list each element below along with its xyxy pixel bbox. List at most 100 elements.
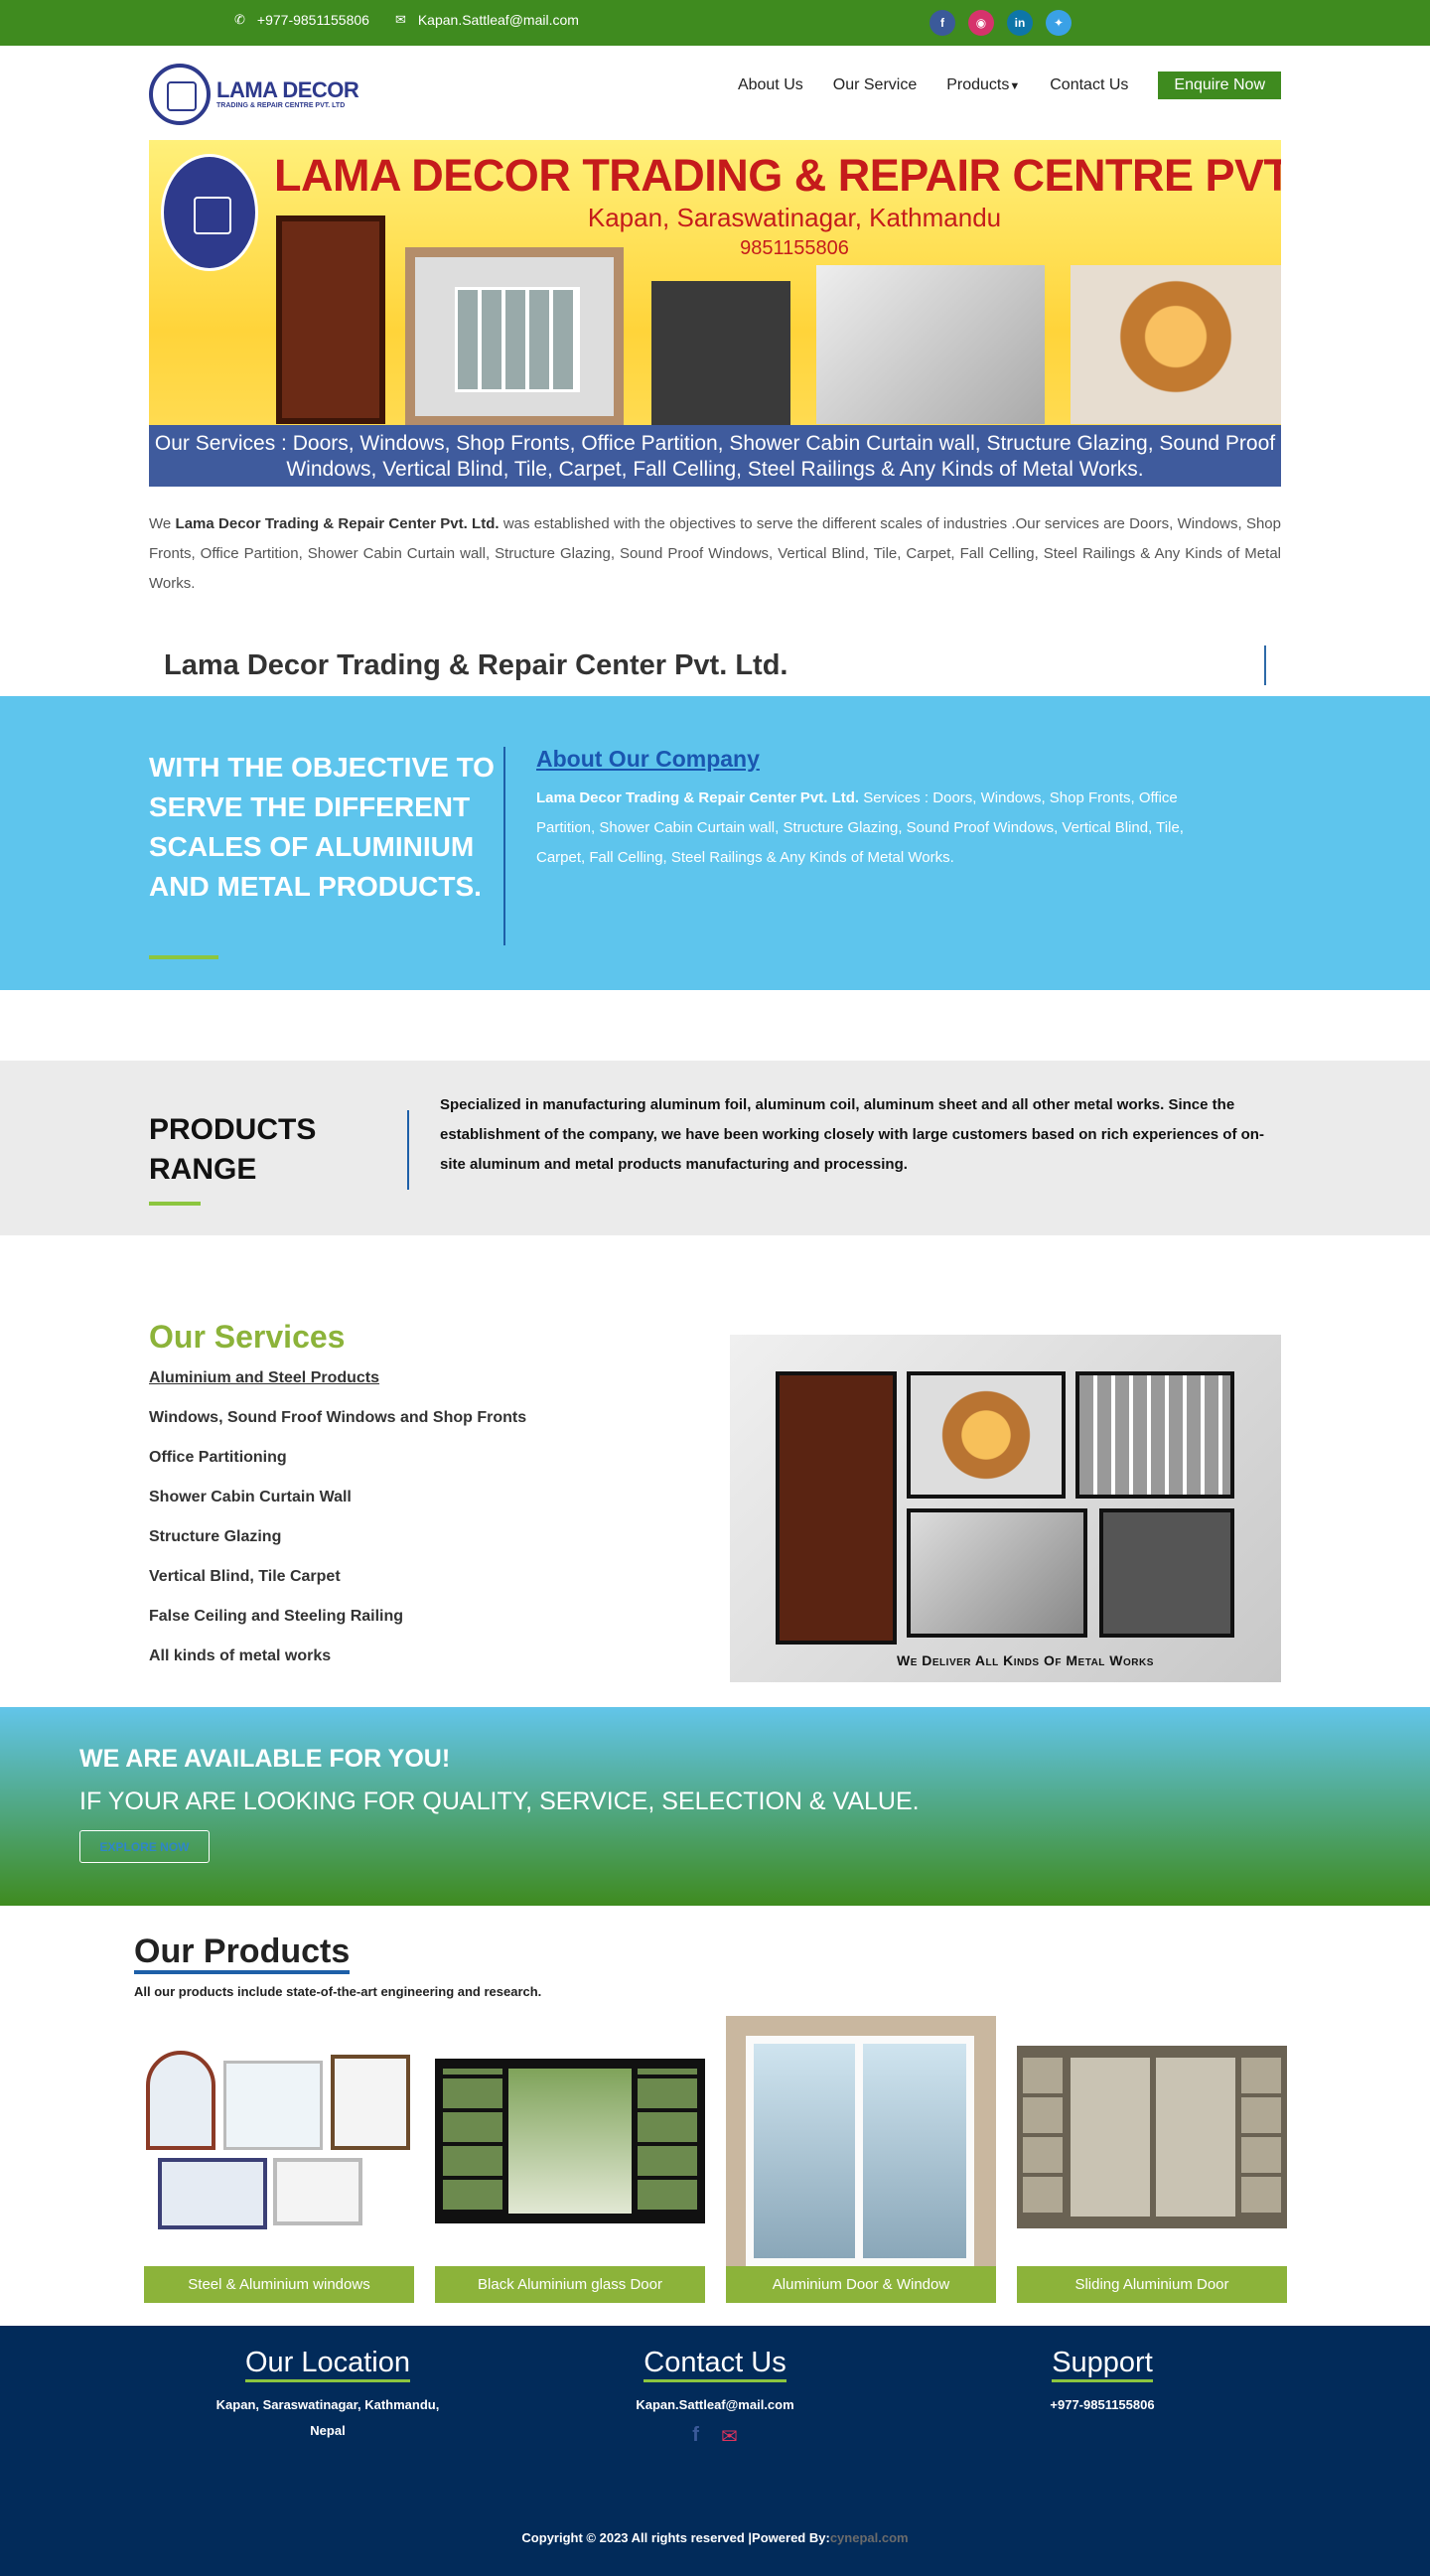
logo-seal-icon [149, 64, 211, 125]
footer-contact-title: Contact Us [644, 2346, 786, 2382]
top-phone-text: +977-9851155806 [256, 12, 369, 28]
services-section: Our Services Aluminium and Steel Product… [149, 1319, 526, 1687]
service-item: Shower Cabin Curtain Wall [149, 1489, 352, 1505]
products-range-title: PRODUCTS RANGE [149, 1113, 317, 1186]
banner-services-band: Our Services : Doors, Windows, Shop Fron… [149, 425, 1281, 487]
main-nav: About Us Our Service Products▼ Contact U… [738, 72, 1281, 99]
footer-contact: Contact Us Kapan.Sattleaf@mail.com f ✉ [566, 2346, 864, 2449]
products-header: Our Products All our products include st… [134, 1932, 541, 1999]
facebook-icon[interactable]: f [692, 2424, 699, 2449]
banner-glass-partition-image [651, 281, 790, 425]
nav-about-us[interactable]: About Us [738, 76, 803, 94]
banner-door-image [276, 215, 385, 424]
cta-subheading: IF YOUR ARE LOOKING FOR QUALITY, SERVICE… [79, 1788, 920, 1815]
service-item: Structure Glazing [149, 1528, 282, 1545]
explore-now-button[interactable]: EXPLORE NOW [79, 1830, 210, 1863]
service-item: Windows, Sound Froof Windows and Shop Fr… [149, 1409, 527, 1426]
products-range-section: PRODUCTS RANGE Specialized in manufactur… [0, 1061, 1430, 1235]
about-text: Lama Decor Trading & Repair Center Pvt. … [536, 784, 1231, 873]
service-item: Vertical Blind, Tile Carpet [149, 1568, 341, 1585]
banner-ceiling-image [1071, 265, 1281, 424]
collage-door-image [776, 1371, 897, 1645]
hero-banner: LAMA DECOR TRADING & REPAIR CENTRE PVT. … [149, 140, 1281, 487]
instagram-icon[interactable]: ◉ [968, 10, 994, 36]
objective-underline [149, 955, 218, 959]
top-phone[interactable]: ✆ +977-9851155806 [234, 12, 369, 28]
powered-by-link[interactable]: cynepal.com [830, 2530, 909, 2545]
collage-stair-image [907, 1508, 1087, 1638]
nav-products[interactable]: Products▼ [946, 76, 1020, 94]
products-subtitle: All our products include state-of-the-ar… [134, 1984, 542, 1999]
top-email[interactable]: ✉ Kapan.Sattleaf@mail.com [395, 12, 579, 28]
nav-contact-us[interactable]: Contact Us [1050, 76, 1128, 94]
intro-paragraph: We Lama Decor Trading & Repair Center Pv… [149, 509, 1281, 599]
envelope-icon[interactable]: ✉ [721, 2424, 738, 2449]
site-footer: Our Location Kapan, Saraswatinagar, Kath… [0, 2326, 1430, 2576]
product-label: Black Aluminium glass Door [435, 2266, 705, 2303]
footer-support-title: Support [1052, 2346, 1153, 2382]
collage-ceiling-image [907, 1371, 1066, 1499]
product-label: Aluminium Door & Window [726, 2266, 996, 2303]
about-company-link[interactable]: About Our Company [536, 746, 760, 773]
product-image [435, 2059, 705, 2223]
linkedin-icon[interactable]: in [1007, 10, 1033, 36]
title-divider [1264, 645, 1266, 685]
facebook-icon[interactable]: f [930, 10, 955, 36]
logo-title: LAMA DECOR [216, 76, 359, 102]
footer-location-line2: Nepal [310, 2423, 346, 2438]
objective-heading: WITH THE OBJECTIVE TO SERVE THE DIFFEREN… [149, 752, 495, 902]
service-item[interactable]: Aluminium and Steel Products [149, 1369, 526, 1409]
banner-window-image [405, 247, 624, 426]
products-range-text: Specialized in manufacturing aluminum fo… [440, 1096, 1264, 1173]
products-range-underline [149, 1202, 201, 1206]
logo-subtitle: TRADING & REPAIR CENTRE PVT. LTD [216, 101, 346, 109]
social-links: f ◉ in ✦ [930, 10, 1072, 36]
about-divider [503, 747, 505, 945]
footer-support: Support +977-9851155806 [953, 2346, 1251, 2418]
product-image [726, 2016, 996, 2266]
top-email-text: Kapan.Sattleaf@mail.com [417, 12, 579, 28]
footer-location: Our Location Kapan, Saraswatinagar, Kath… [179, 2346, 477, 2444]
top-bar: ✆ +977-9851155806 ✉ Kapan.Sattleaf@mail.co… [0, 0, 1430, 46]
nav-our-service[interactable]: Our Service [833, 76, 917, 94]
collage-window-image [1075, 1371, 1234, 1499]
site-header: LAMA DECOR TRADING & REPAIR CENTRE PVT. … [0, 46, 1430, 140]
intro-company: Lama Decor Trading & Repair Center Pvt. … [175, 515, 500, 532]
footer-location-title: Our Location [244, 2346, 411, 2382]
collage-caption: We Deliver All Kinds Of Metal Works [897, 1652, 1154, 1668]
product-label: Steel & Aluminium windows [144, 2266, 414, 2303]
footer-email-link[interactable]: Kapan.Sattleaf@mail.com [636, 2397, 793, 2412]
caret-down-icon: ▼ [1009, 80, 1021, 92]
envelope-icon: ✉ [394, 12, 406, 27]
product-label: Sliding Aluminium Door [1017, 2266, 1287, 2303]
footer-location-line1: Kapan, Saraswatinagar, Kathmandu, [215, 2397, 440, 2412]
banner-title: LAMA DECOR TRADING & REPAIR CENTRE PVT. … [274, 150, 1281, 201]
company-title: Lama Decor Trading & Repair Center Pvt. … [164, 649, 788, 681]
services-collage-image: We Deliver All Kinds Of Metal Works [730, 1335, 1281, 1682]
products-title: Our Products [134, 1932, 351, 1974]
about-company: Lama Decor Trading & Repair Center Pvt. … [536, 789, 860, 806]
company-title-bar: Lama Decor Trading & Repair Center Pvt. … [149, 644, 1281, 687]
cta-section: WE ARE AVAILABLE FOR YOU! IF YOUR ARE LO… [0, 1707, 1430, 1906]
product-image [1017, 2046, 1287, 2228]
service-item: All kinds of metal works [149, 1647, 332, 1664]
top-contact: ✆ +977-9851155806 ✉ Kapan.Sattleaf@mail.co… [234, 12, 579, 28]
service-item: Office Partitioning [149, 1449, 287, 1466]
phone-icon: ✆ [234, 12, 245, 27]
service-item: False Ceiling and Steeling Railing [149, 1608, 404, 1625]
collage-glass-image [1099, 1508, 1234, 1638]
intro-prefix: We [149, 515, 176, 532]
cta-heading: WE ARE AVAILABLE FOR YOU! [79, 1745, 451, 1773]
copyright-text: Copyright © 2023 All rights reserved |Po… [521, 2530, 830, 2545]
copyright: Copyright © 2023 All rights reserved |Po… [0, 2530, 1430, 2545]
enquire-now-button[interactable]: Enquire Now [1158, 72, 1281, 99]
footer-phone-link[interactable]: +977-9851155806 [1050, 2397, 1154, 2412]
twitter-icon[interactable]: ✦ [1046, 10, 1072, 36]
products-range-divider [407, 1110, 409, 1190]
about-section: WITH THE OBJECTIVE TO SERVE THE DIFFEREN… [0, 696, 1430, 990]
nav-products-label: Products [946, 76, 1010, 93]
product-image [144, 2051, 414, 2229]
banner-railing-image [816, 265, 1045, 424]
logo[interactable]: LAMA DECOR TRADING & REPAIR CENTRE PVT. … [149, 64, 359, 125]
services-title: Our Services [149, 1319, 346, 1355]
